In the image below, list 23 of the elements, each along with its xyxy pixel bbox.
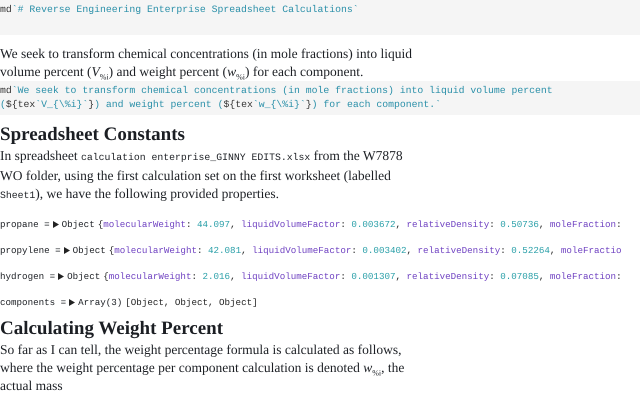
variable-name: hydrogen = — [0, 270, 56, 283]
section-heading: Spreadsheet Constants — [0, 124, 186, 146]
value-preview: {molecularWeight: 2.016, liquidVolumeFactor: 0.001307, relativeDensity: 0.07085, moleFraction: — [103, 270, 622, 283]
value-preview: [Object, Object, Object] — [125, 296, 258, 309]
value-type[interactable]: Object — [67, 270, 100, 283]
section-heading: Calculating Weight Percent — [0, 318, 224, 340]
expand-caret-icon[interactable] — [64, 247, 70, 254]
value-preview: {molecularWeight: 42.081, liquidVolumeFactor: 0.003402, relativeDensity: 0.52264, moleFractio — [108, 244, 622, 257]
variable-name: propylene = — [0, 244, 61, 257]
value-type[interactable]: Object — [72, 244, 106, 257]
paragraph: So far as I can tell, the weight percentage formula is calculated as follows, where the weight percentage per component calculation is denoted w$_{%i}$, the actual mass — [0, 341, 406, 395]
expand-caret-icon[interactable] — [58, 273, 64, 280]
code-cell[interactable]: md`# Reverse Engineering Enterprise Spreadsheet Calculations` — [0, 0, 640, 35]
paragraph: In spreadsheet calculation enterprise_GINNY EDITS.xlsx from the W7878 WO folder, using the first calculation set on the first worksheet (labelled Sheet1), we have the following provided properties. — [0, 147, 404, 203]
variable-name: components = — [0, 296, 66, 309]
code-cell[interactable]: md`We seek to transform chemical concentrations (in mole fractions) into liquid volume percent (${tex`V_{\%i}`}) and weight percent (${tex`w_{\%i}`}) for each component.` — [0, 81, 640, 115]
value-type[interactable]: Array(3) — [78, 296, 122, 309]
variable-name: propane = — [0, 218, 50, 231]
paragraph: We seek to transform chemical concentrations (in mole fractions) into liquid volume percent (V$_{%i}$) and weight percent (w$_{%i}$) for each component. — [0, 45, 414, 81]
expand-caret-icon[interactable] — [69, 299, 76, 306]
value-preview: {molecularWeight: 44.097, liquidVolumeFactor: 0.003672, relativeDensity: 0.50736, moleFraction: — [98, 218, 622, 231]
expand-caret-icon[interactable] — [52, 221, 59, 228]
value-type[interactable]: Object — [62, 218, 95, 231]
